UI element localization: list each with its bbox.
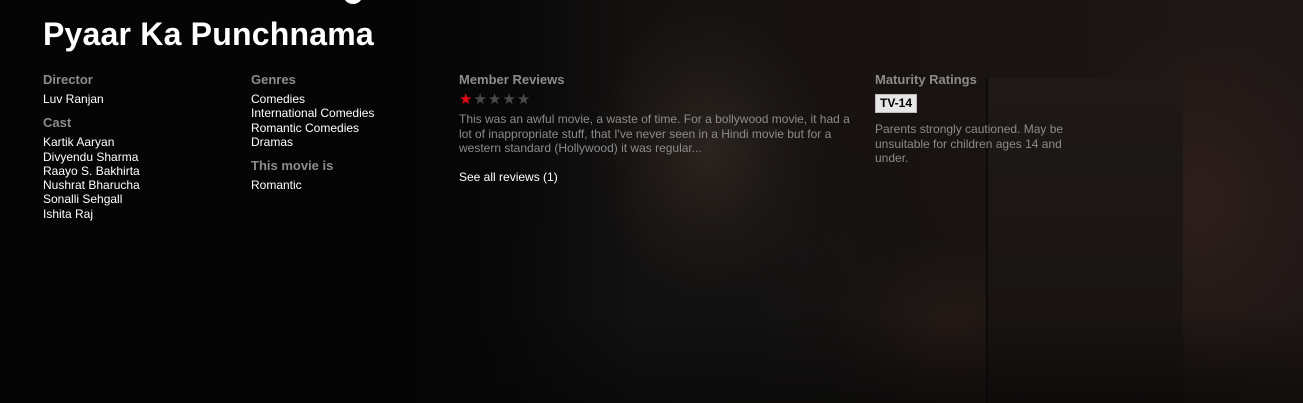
star-filled-icon: ★ [459, 91, 473, 108]
cast-member[interactable]: Kartik Aaryan [43, 135, 243, 149]
maturity-label: Maturity Ratings [875, 72, 977, 87]
genre-item[interactable]: International Comedies [251, 106, 451, 120]
genre-item[interactable]: Comedies [251, 92, 451, 106]
cast-member[interactable]: Sonalli Sehgall [43, 192, 243, 206]
star-empty-icon: ★ [516, 91, 531, 108]
star-empty-icon: ★ [473, 91, 487, 108]
genres-column: Genres Comedies International Comedies R… [251, 72, 451, 192]
star-empty-icon: ★ [502, 91, 516, 108]
genres-label: Genres [251, 72, 296, 87]
star-empty-icon: ★ [487, 91, 502, 108]
cast-member[interactable]: Divyendu Sharma [43, 150, 243, 164]
top-edge-icon [343, 0, 363, 4]
backdrop-image [380, 0, 1303, 403]
see-all-reviews-link[interactable]: See all reviews (1) [459, 170, 558, 184]
maturity-column: Maturity Ratings TV-14 Parents strongly … [875, 72, 1075, 166]
details-page: Pyaar Ka Punchnama Director Luv Ranjan C… [0, 0, 1303, 403]
tags-list: Romantic [251, 178, 451, 192]
reviews-label: Member Reviews [459, 72, 565, 87]
genres-list: Comedies International Comedies Romantic… [251, 92, 451, 149]
this-movie-is-label: This movie is [251, 158, 334, 174]
cast-list: Kartik Aaryan Divyendu Sharma Raayo S. B… [43, 135, 243, 221]
genre-item[interactable]: Dramas [251, 135, 451, 149]
tag-item[interactable]: Romantic [251, 178, 451, 192]
cast-member[interactable]: Nushrat Bharucha [43, 178, 243, 192]
page-title: Pyaar Ka Punchnama [43, 16, 374, 52]
genre-item[interactable]: Romantic Comedies [251, 121, 451, 135]
director-list: Luv Ranjan [43, 92, 243, 106]
director-name[interactable]: Luv Ranjan [43, 92, 243, 106]
cast-member[interactable]: Ishita Raj [43, 207, 243, 221]
backdrop-fade-bottom [380, 313, 1303, 403]
maturity-description: Parents strongly cautioned. May be unsui… [875, 122, 1064, 165]
cast-label: Cast [43, 115, 72, 131]
reviews-column: Member Reviews ★ ★ ★ ★ ★ This was an awful m… [459, 72, 859, 186]
director-label: Director [43, 72, 93, 87]
star-rating: ★ ★ ★ ★ ★ [459, 92, 859, 107]
review-text: This was an awful movie, a waste of time… [459, 112, 850, 155]
maturity-rating-badge: TV-14 [875, 94, 918, 113]
credits-column: Director Luv Ranjan Cast Kartik Aaryan D… [43, 72, 243, 221]
cast-member[interactable]: Raayo S. Bakhirta [43, 164, 243, 178]
